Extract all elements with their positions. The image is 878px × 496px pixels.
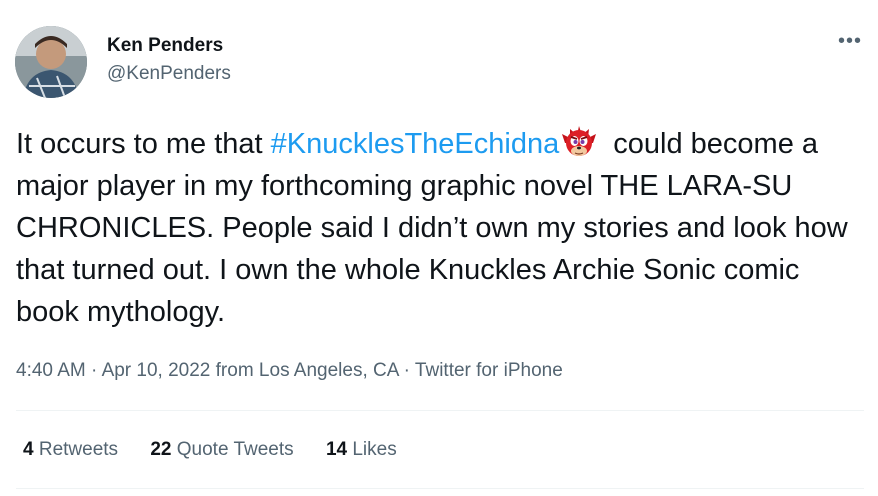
retweets-label: Retweets	[38, 439, 119, 460]
retweets-stat[interactable]: 4 Retweets	[23, 438, 118, 462]
more-options-icon[interactable]: •••	[838, 31, 862, 51]
hashtag-link[interactable]: #KnucklesTheEchidna	[271, 128, 560, 160]
tweet-meta: 4:40 AM · Apr 10, 2022 from Los Angeles,…	[16, 359, 563, 383]
divider	[16, 488, 864, 489]
author-block: Ken Penders @KenPenders	[107, 34, 231, 86]
knuckles-emoji-icon	[561, 123, 597, 159]
tweet-stats: 4 Retweets 22 Quote Tweets 14 Likes	[23, 438, 424, 462]
tweet-text: It occurs to me that #KnucklesTheEchidna…	[16, 123, 866, 333]
tweet-location[interactable]: from Los Angeles, CA	[210, 360, 399, 381]
quote-tweets-count: 22	[150, 439, 172, 460]
likes-label: Likes	[352, 439, 397, 460]
likes-stat[interactable]: 14 Likes	[326, 438, 397, 462]
retweets-count: 4	[23, 439, 34, 460]
author-name[interactable]: Ken Penders	[107, 34, 231, 58]
tweet-date[interactable]: Apr 10, 2022	[102, 360, 211, 381]
likes-count: 14	[325, 439, 348, 460]
quote-tweets-label: Quote Tweets	[176, 439, 294, 460]
quote-tweets-stat[interactable]: 22 Quote Tweets	[150, 438, 293, 462]
divider	[16, 410, 864, 411]
author-handle[interactable]: @KenPenders	[107, 62, 231, 86]
meta-separator: ·	[85, 360, 102, 381]
tweet-text-part1: It occurs to me that	[16, 128, 271, 160]
meta-separator: ·	[398, 360, 415, 381]
tweet-time[interactable]: 4:40 AM	[16, 360, 86, 381]
tweet-source[interactable]: Twitter for iPhone	[415, 360, 563, 381]
avatar[interactable]	[15, 26, 87, 98]
avatar-image	[15, 26, 87, 98]
